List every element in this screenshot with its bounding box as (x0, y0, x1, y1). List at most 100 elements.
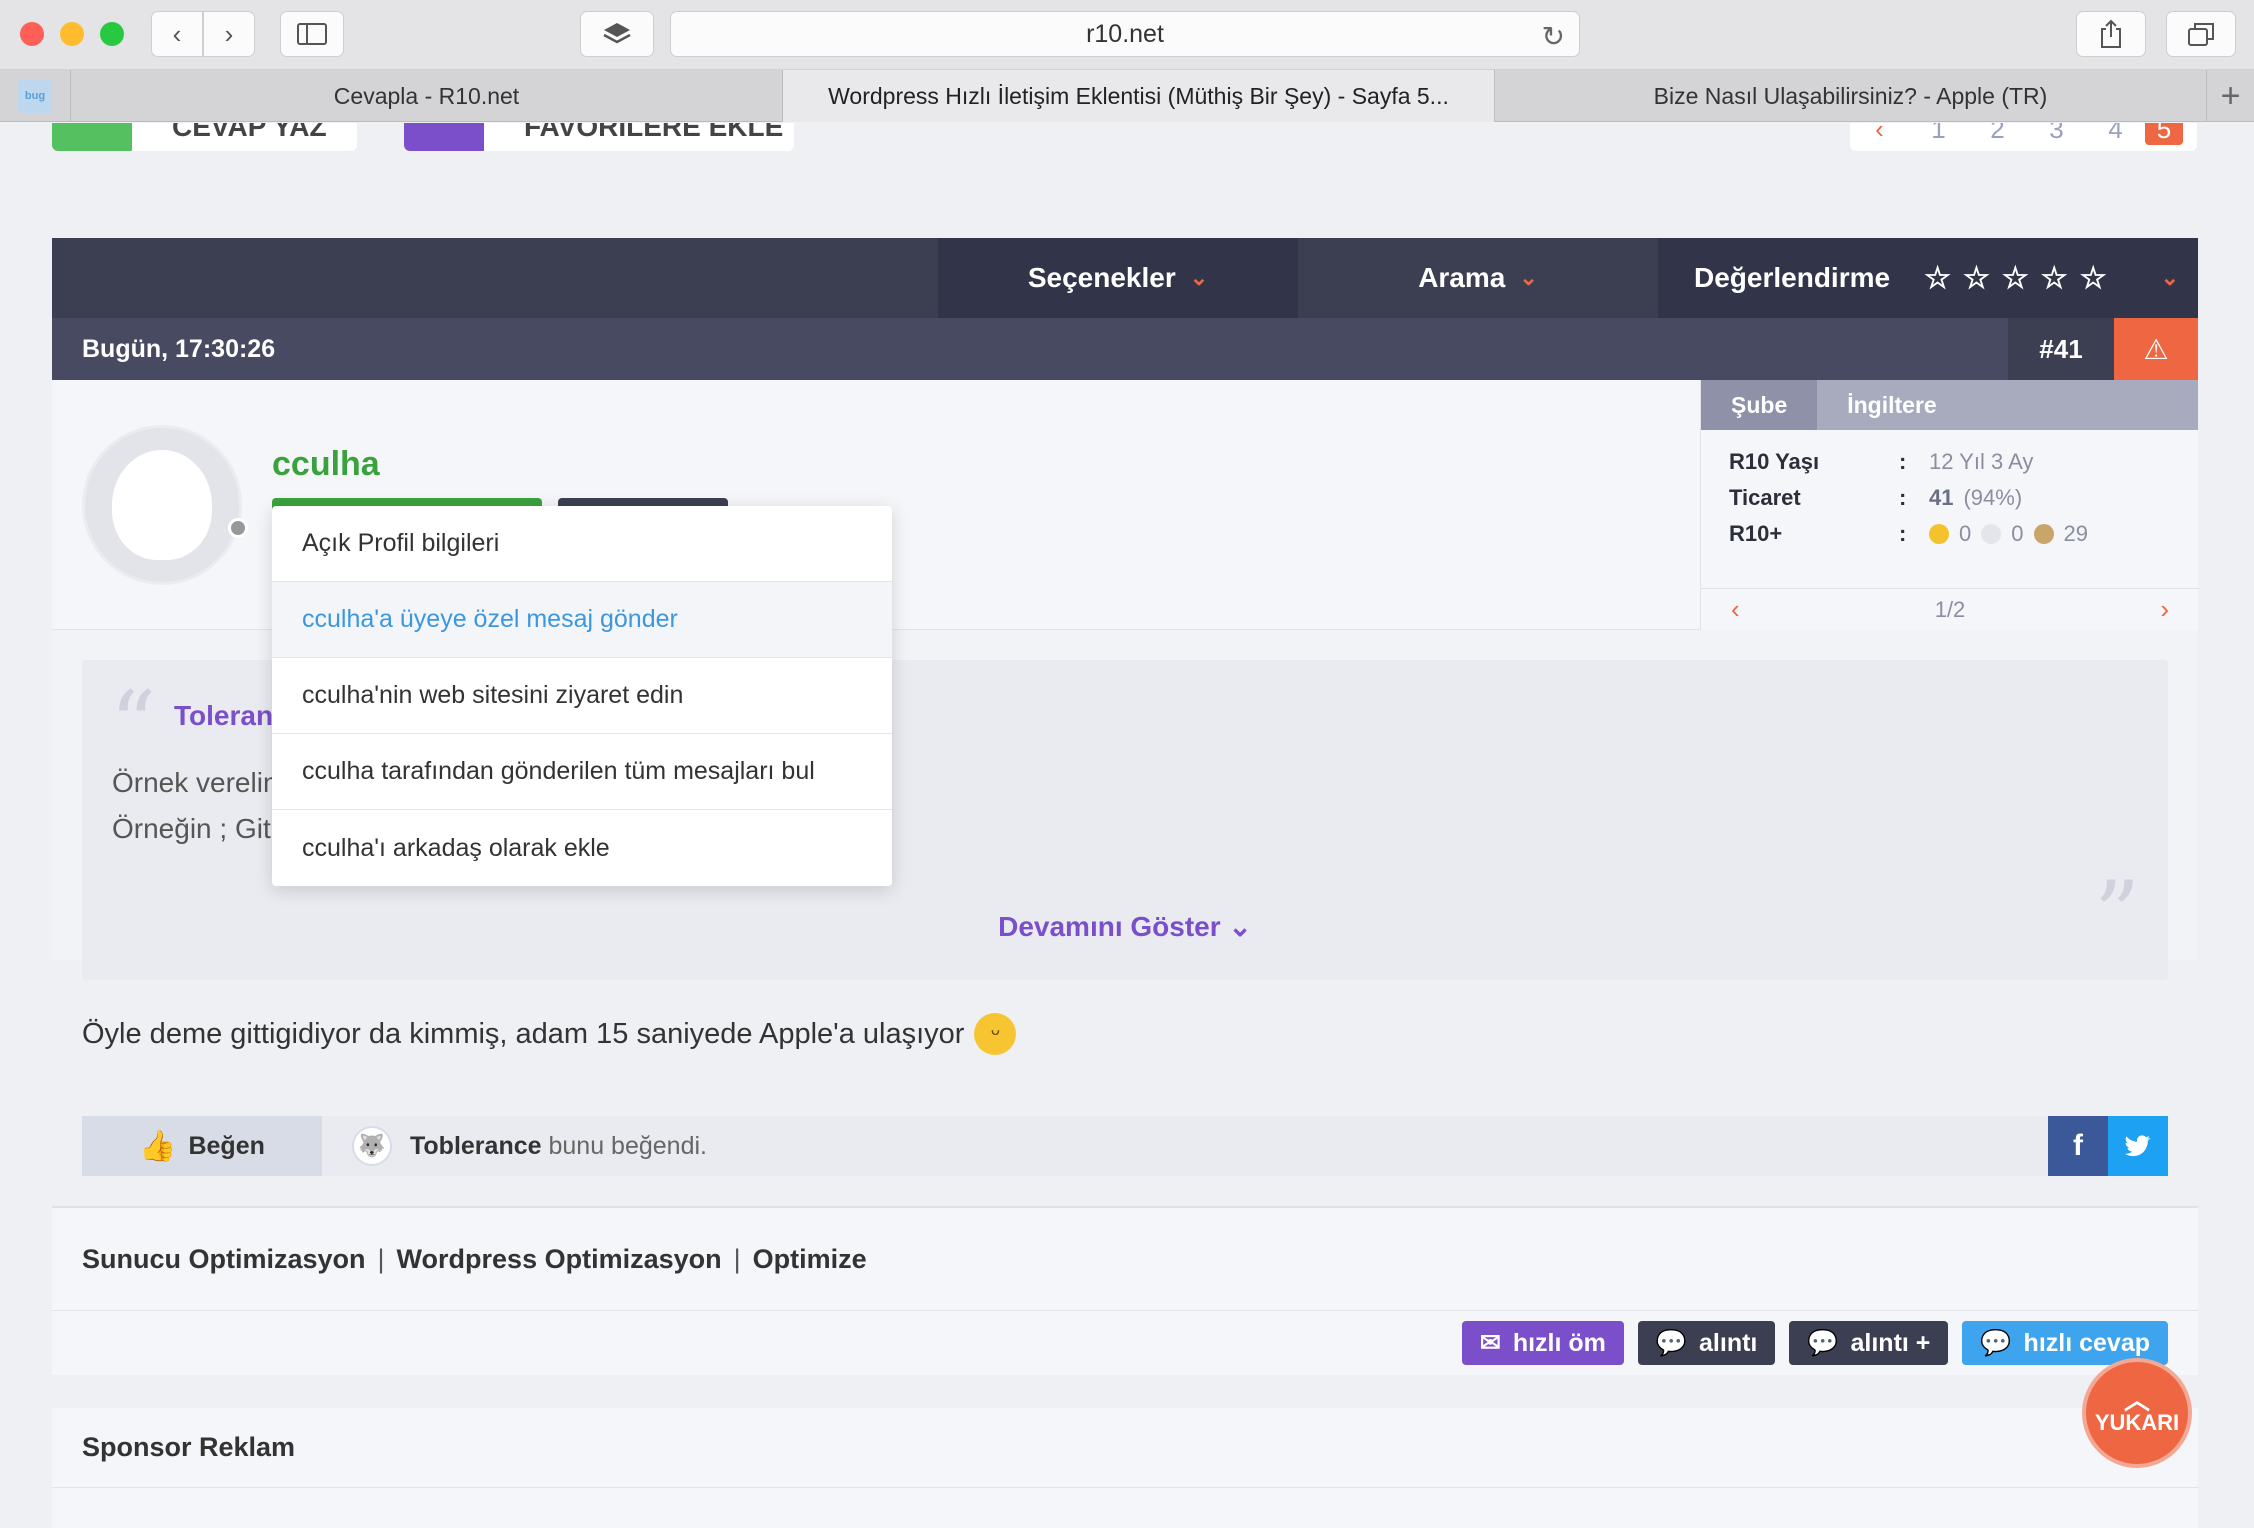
share-button[interactable] (2076, 11, 2146, 57)
signature-link[interactable]: Optimize (753, 1244, 867, 1275)
stats-rows: R10 Yaşı : 12 Yıl 3 Ay Ticaret : 41 (94%)… (1701, 430, 2198, 552)
username-link[interactable]: cculha (272, 445, 380, 484)
avatar[interactable] (82, 425, 242, 585)
trade-percent: (94%) (1963, 485, 2023, 510)
star-icon[interactable]: ☆ (1924, 261, 1951, 296)
liker-name[interactable]: Toblerance (410, 1132, 542, 1160)
signature: Sunucu Optimizasyon | Wordpress Optimiza… (52, 1206, 2198, 1310)
new-tab-button[interactable]: + (2206, 70, 2254, 122)
tab-cevapla[interactable]: Cevapla - R10.net (70, 70, 782, 122)
stat-row-age: R10 Yaşı : 12 Yıl 3 Ay (1729, 444, 2170, 480)
menu-item-private-message[interactable]: cculha'a üyeye özel mesaj gönder (272, 582, 892, 658)
close-window-button[interactable] (20, 22, 44, 46)
site-favicon: bug (18, 79, 52, 113)
reload-icon[interactable]: ↻ (1542, 20, 1565, 53)
stat-key: R10 Yaşı (1729, 449, 1820, 474)
avatar-placeholder (112, 450, 212, 560)
minimize-window-button[interactable] (60, 22, 84, 46)
plus-icon: + (2220, 76, 2241, 115)
comments-icon: 💬 (1807, 1328, 1839, 1357)
post-menu-bar: Seçenekler ⌄ Arama ⌄ Değerlendirme ☆ ☆ ☆… (52, 238, 2198, 318)
signature-link[interactable]: Wordpress Optimizasyon (397, 1244, 722, 1275)
twitter-icon (2125, 1135, 2151, 1157)
show-more-label: Devamını Göster (998, 911, 1221, 942)
extensions-button[interactable] (580, 11, 654, 57)
signature-link[interactable]: Sunucu Optimizasyon (82, 1244, 366, 1275)
quote-label: alıntı (1699, 1328, 1758, 1357)
options-menu[interactable]: Seçenekler ⌄ (938, 238, 1298, 318)
quick-pm-button[interactable]: ✉ hızlı öm (1461, 1321, 1624, 1365)
show-more-link[interactable]: Devamını Göster ⌄ (82, 910, 2168, 943)
add-favorite-button[interactable]: FAVORİLERE EKLE (404, 123, 794, 151)
stat-value: 41 (94%) (1929, 485, 2022, 511)
tab-apple[interactable]: Bize Nasıl Ulaşabilirsiniz? - Apple (TR) (1494, 70, 2206, 122)
chevron-left-icon[interactable]: ‹ (1731, 594, 1740, 625)
user-dropdown-menu: Açık Profil bilgileri cculha'a üyeye öze… (272, 506, 892, 886)
stat-row-r10plus: R10+ : 0 0 29 (1729, 516, 2170, 552)
scroll-top-button[interactable]: ︿ YUKARI (2082, 1358, 2192, 1468)
quote-close-icon: ” (2093, 862, 2140, 967)
reply-button[interactable]: CEVAP YAZ (52, 123, 357, 151)
page-4-link[interactable]: 4 (2086, 123, 2145, 145)
sidebar-toggle-button[interactable] (280, 11, 344, 57)
menu-item-profile[interactable]: Açık Profil bilgileri (272, 506, 892, 582)
menu-item-website[interactable]: cculha'nin web sitesini ziyaret edin (272, 658, 892, 734)
quick-reply-label: hızlı cevap (2023, 1328, 2150, 1357)
tab-strip: bug Cevapla - R10.net Wordpress Hızlı İl… (0, 70, 2254, 122)
quote-text: Örnek verelim Örneğin ; Git (112, 760, 286, 852)
stat-key: R10+ (1729, 521, 1783, 546)
rating-menu[interactable]: Değerlendirme ☆ ☆ ☆ ☆ ☆ ⌄ (1658, 238, 2198, 318)
post-number[interactable]: #41 (2008, 318, 2114, 380)
menu-item-add-friend[interactable]: cculha'ı arkadaş olarak ekle (272, 810, 892, 886)
social-share: f (2048, 1116, 2168, 1176)
trade-count[interactable]: 41 (1929, 485, 1953, 511)
like-button[interactable]: 👍 Beğen (82, 1116, 322, 1176)
facebook-share-button[interactable]: f (2048, 1116, 2108, 1176)
browser-toolbar: ‹ › r10.net ↻ (0, 0, 2254, 70)
page-3-link[interactable]: 3 (2027, 123, 2086, 145)
prev-page-icon[interactable]: ‹ (1850, 123, 1909, 145)
quote-button[interactable]: 💬 alıntı (1637, 1321, 1776, 1365)
like-label: Beğen (188, 1131, 265, 1160)
signature-separator: | (733, 1243, 741, 1274)
star-icon[interactable]: ☆ (2002, 261, 2029, 296)
twitter-share-button[interactable] (2108, 1116, 2168, 1176)
multi-quote-button[interactable]: 💬 alıntı + (1789, 1321, 1949, 1365)
fullscreen-window-button[interactable] (100, 22, 124, 46)
gold-count: 0 (1959, 521, 1972, 546)
post-actions: ✉ hızlı öm 💬 alıntı 💬 alıntı + 💬 hızlı c… (52, 1310, 2198, 1375)
stat-value: 12 Yıl 3 Ay (1929, 449, 2034, 474)
options-label: Seçenekler (1027, 262, 1176, 293)
like-bar: 👍 Beğen 🐺 Toblerance bunu beğendi. f (82, 1116, 2168, 1176)
gold-medal-icon (1929, 524, 1949, 544)
star-icon[interactable]: ☆ (2041, 261, 2068, 296)
user-stats-panel: Şube İngiltere R10 Yaşı : 12 Yıl 3 Ay Ti… (1700, 380, 2199, 630)
liker-avatar[interactable]: 🐺 (352, 1126, 392, 1166)
post-date-bar: Bugün, 17:30:26 #41 ⚠ (52, 318, 2198, 380)
warning-icon: ⚠ (2143, 333, 2169, 365)
tab-wordpress[interactable]: Wordpress Hızlı İletişim Eklentisi (Müth… (782, 70, 1494, 122)
page-1-link[interactable]: 1 (1909, 123, 1968, 145)
pinned-tab[interactable]: bug (0, 70, 70, 122)
tab-ingiltere[interactable]: İngiltere (1817, 380, 1966, 430)
star-icon[interactable]: ☆ (1963, 261, 1990, 296)
page-2-link[interactable]: 2 (1968, 123, 2027, 145)
show-tabs-button[interactable] (2166, 11, 2236, 57)
search-menu[interactable]: Arama ⌄ (1298, 238, 1658, 318)
chevron-right-icon[interactable]: › (2160, 594, 2169, 625)
menu-item-find-posts[interactable]: cculha tarafından gönderilen tüm mesajla… (272, 734, 892, 810)
chevron-down-icon[interactable]: ⌄ (2161, 265, 2179, 291)
stats-page-indicator: 1/2 (1934, 596, 1966, 622)
chevron-down-icon: ⌄ (1519, 265, 1538, 290)
star-icon[interactable]: ☆ (2080, 261, 2107, 296)
favorite-label: FAVORİLERE EKLE (524, 123, 784, 142)
forward-button[interactable]: › (203, 11, 255, 57)
back-button[interactable]: ‹ (151, 11, 203, 57)
report-button[interactable]: ⚠ (2114, 318, 2198, 380)
stats-tabs: Şube İngiltere (1701, 380, 2198, 430)
tab-sube[interactable]: Şube (1701, 380, 1818, 430)
address-bar[interactable]: r10.net ↻ (670, 11, 1580, 57)
tabs-overview-icon (2188, 23, 2214, 46)
speech-bubble-icon: 💬 (1655, 1328, 1688, 1357)
chat-icon: 💬 (1980, 1328, 2012, 1357)
